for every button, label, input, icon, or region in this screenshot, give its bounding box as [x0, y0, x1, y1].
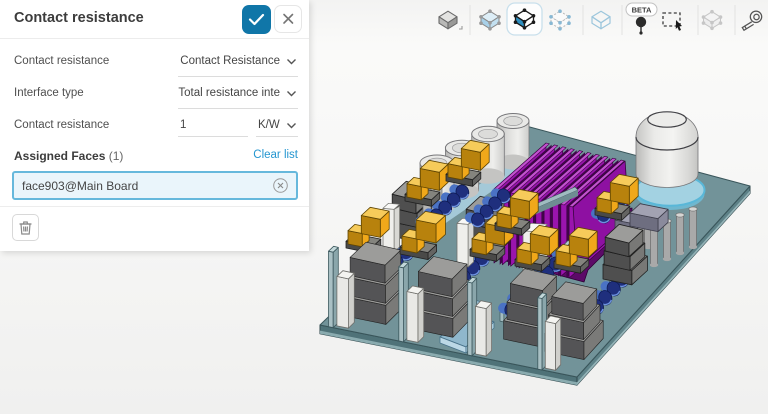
svg-text:BETA: BETA — [632, 6, 652, 15]
